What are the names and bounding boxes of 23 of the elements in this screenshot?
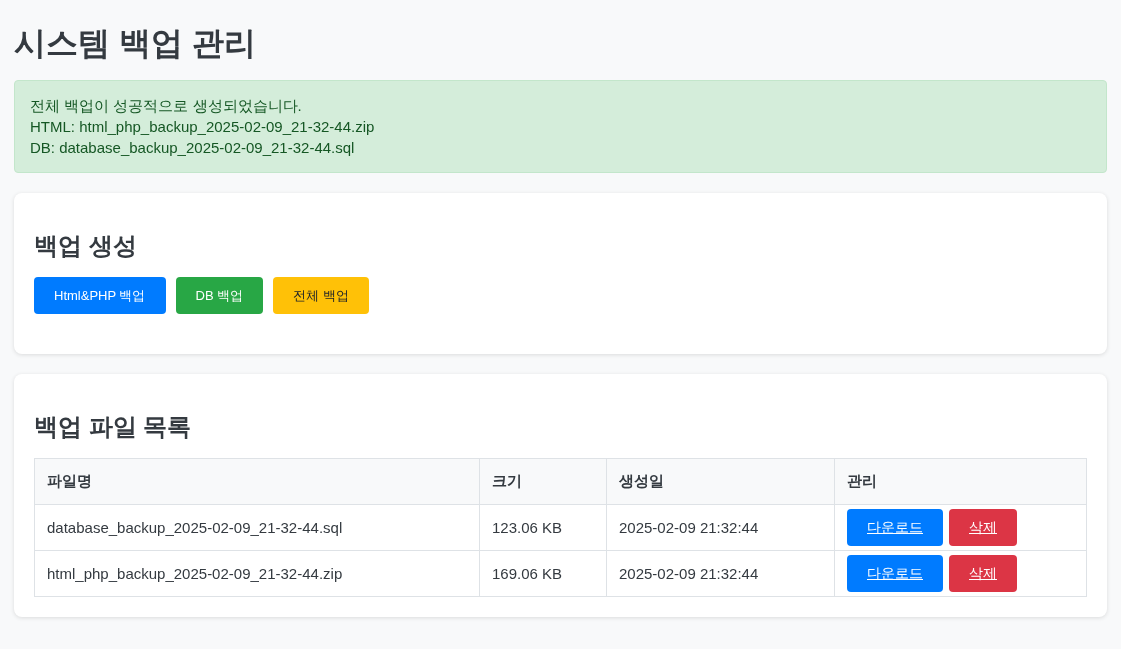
backup-button[interactable]: 전체 백업 — [273, 277, 369, 314]
column-header: 크기 — [479, 458, 607, 505]
backup-button[interactable]: Html&PHP 백업 — [34, 277, 166, 314]
section-heading: 백업 파일 목록 — [34, 412, 193, 442]
column-header: 관리 — [834, 458, 1087, 505]
action-link-button[interactable]: 삭제 — [949, 555, 1017, 592]
table-cell: 2025-02-09 21:32:44 — [606, 504, 835, 551]
section-heading: 백업 생성 — [34, 231, 138, 261]
table-cell: 169.06 KB — [479, 550, 607, 597]
page-title: 시스템 백업 관리 — [14, 26, 257, 60]
table-cell: database_backup_2025-02-09_21-32-44.sql — [34, 504, 480, 551]
backup-button[interactable]: DB 백업 — [175, 277, 264, 314]
alert-message-line: DB: database_backup_2025-02-09_21-32-44.sql — [30, 138, 356, 158]
alert-message-line: 전체 백업이 성공적으로 생성되었습니다. — [30, 96, 303, 116]
action-link-button[interactable]: 삭제 — [949, 509, 1017, 546]
column-header: 파일명 — [34, 458, 480, 505]
table-cell: 123.06 KB — [479, 504, 607, 551]
action-link-button[interactable]: 다운로드 — [847, 555, 943, 592]
table-cell: html_php_backup_2025-02-09_21-32-44.zip — [34, 550, 480, 597]
alert-message-line: HTML: html_php_backup_2025-02-09_21-32-44.zip — [30, 117, 376, 137]
column-header: 생성일 — [606, 458, 835, 505]
table-cell: 2025-02-09 21:32:44 — [606, 550, 835, 597]
action-link-button[interactable]: 다운로드 — [847, 509, 943, 546]
